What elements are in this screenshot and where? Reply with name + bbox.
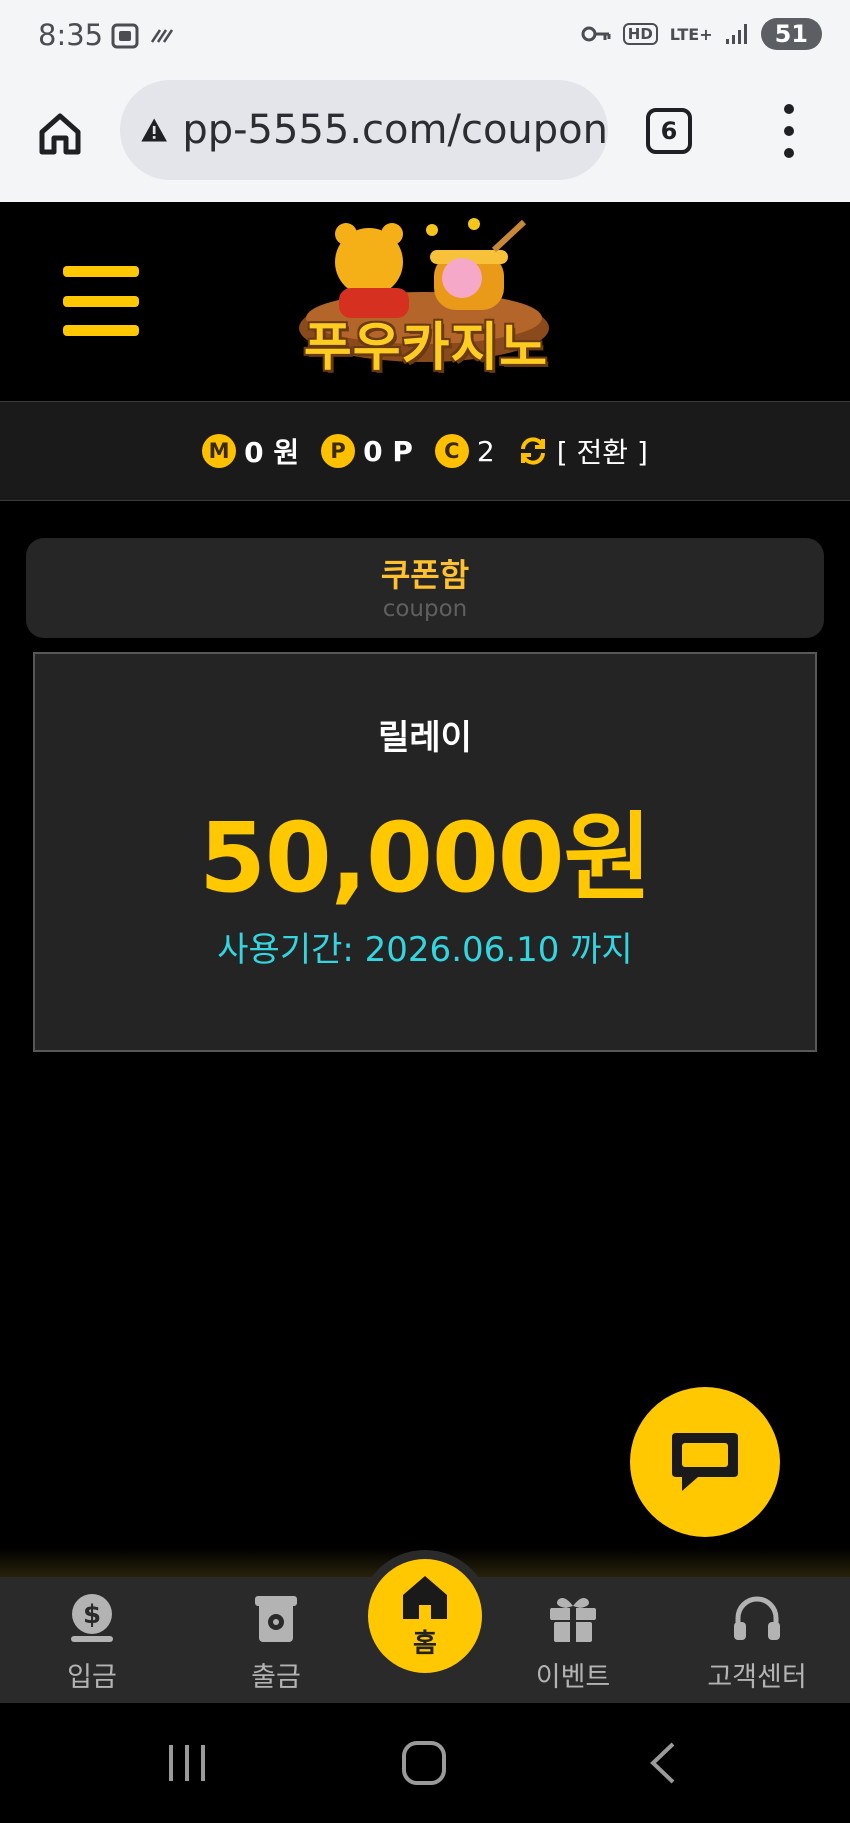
status-time: 8:35 xyxy=(38,18,104,52)
coupon-amount: 50,000원 xyxy=(199,802,652,914)
battery-level: 51 xyxy=(760,18,822,50)
vpn-key-icon xyxy=(581,26,611,42)
status-left-icons xyxy=(110,22,176,50)
coupon-card[interactable]: 릴레이 50,000원 사용기간: 2026.06.10 까지 xyxy=(33,652,817,1052)
hamburger-line xyxy=(63,325,139,336)
coupon-subtitle: coupon xyxy=(382,596,468,622)
gift-icon xyxy=(543,1589,603,1649)
deposit-icon: $ xyxy=(62,1589,122,1649)
chat-button[interactable] xyxy=(630,1387,780,1537)
browser-menu-button[interactable] xyxy=(774,104,804,158)
chat-icon xyxy=(672,1433,738,1491)
balance-bar: M 0 원 P 0 P C 2 [ 전환 ] xyxy=(0,401,850,501)
point-coin-icon: P xyxy=(321,434,356,468)
refresh-icon xyxy=(520,437,545,465)
svg-text:$: $ xyxy=(83,1600,101,1630)
headset-icon xyxy=(727,1589,787,1649)
coupon-title: 쿠폰함 xyxy=(380,556,470,594)
nav-withdraw-label: 출금 xyxy=(251,1662,301,1693)
back-button[interactable] xyxy=(603,1703,723,1823)
hamburger-line xyxy=(63,266,139,277)
coupon-balance: C 2 xyxy=(434,434,495,468)
withdraw-icon xyxy=(246,1589,306,1649)
screenshot-icon xyxy=(111,23,139,49)
money-balance: M 0 원 xyxy=(202,431,299,471)
nav-deposit[interactable]: $ 입금 xyxy=(17,1577,167,1703)
convert-label[interactable]: [ 전환 ] xyxy=(557,431,648,471)
home-pill-icon xyxy=(402,1741,446,1785)
data-saver-icon xyxy=(150,29,174,43)
browser-toolbar: pp-5555.com/coupon 6 xyxy=(0,74,850,202)
url-bar[interactable]: pp-5555.com/coupon xyxy=(120,80,608,180)
network-type: LTE+ xyxy=(669,24,713,44)
coupon-coin-icon: C xyxy=(434,434,469,468)
status-bar: 8:35 HD LTE+ 51 xyxy=(0,0,850,74)
nav-event-label: 이벤트 xyxy=(535,1662,611,1693)
site-logo[interactable]: 푸우카지노 xyxy=(284,210,568,392)
point-balance: P 0 P xyxy=(321,434,413,468)
hd-badge: HD xyxy=(622,23,658,45)
back-icon xyxy=(650,1742,675,1784)
system-home-button[interactable] xyxy=(364,1703,484,1823)
menu-dot xyxy=(784,148,794,158)
hamburger-line xyxy=(63,295,139,307)
site-header: 푸우카지노 xyxy=(0,202,850,401)
nav-support[interactable]: 고객센터 xyxy=(682,1577,832,1703)
hamburger-menu-button[interactable] xyxy=(63,266,139,336)
money-value: 0 원 xyxy=(244,436,300,469)
money-coin-icon: M xyxy=(202,434,237,468)
nav-support-label: 고객센터 xyxy=(707,1662,807,1693)
home-icon xyxy=(39,113,81,155)
url-text[interactable]: pp-5555.com/coupon xyxy=(182,107,608,153)
system-nav-bar xyxy=(0,1703,850,1823)
nav-withdraw[interactable]: 출금 xyxy=(201,1577,351,1703)
nav-deposit-label: 입금 xyxy=(67,1662,117,1693)
menu-dot xyxy=(784,126,794,136)
coupon-section-header: 쿠폰함 coupon xyxy=(26,538,824,638)
point-value: 0 P xyxy=(363,434,413,468)
logo-text: 푸우카지노 xyxy=(303,318,549,378)
coupon-name: 릴레이 xyxy=(378,718,472,758)
nav-home-label: 홈 xyxy=(413,1628,437,1659)
signal-icon xyxy=(725,24,747,44)
recent-apps-button[interactable] xyxy=(127,1703,247,1823)
home-icon xyxy=(403,1575,447,1619)
menu-dot xyxy=(784,104,794,114)
recent-apps-icon xyxy=(169,1745,205,1781)
status-right-icons: HD LTE+ 51 xyxy=(581,18,822,50)
tab-switcher-button[interactable]: 6 xyxy=(646,108,692,154)
warning-icon[interactable] xyxy=(140,111,168,149)
nav-home[interactable]: 홈 xyxy=(368,1559,482,1673)
browser-home-button[interactable] xyxy=(30,104,90,164)
nav-event[interactable]: 이벤트 xyxy=(498,1577,648,1703)
coupon-value: 2 xyxy=(476,434,495,468)
convert-button[interactable]: [ 전환 ] xyxy=(517,431,648,471)
coupon-period: 사용기간: 2026.06.10 까지 xyxy=(217,930,633,970)
